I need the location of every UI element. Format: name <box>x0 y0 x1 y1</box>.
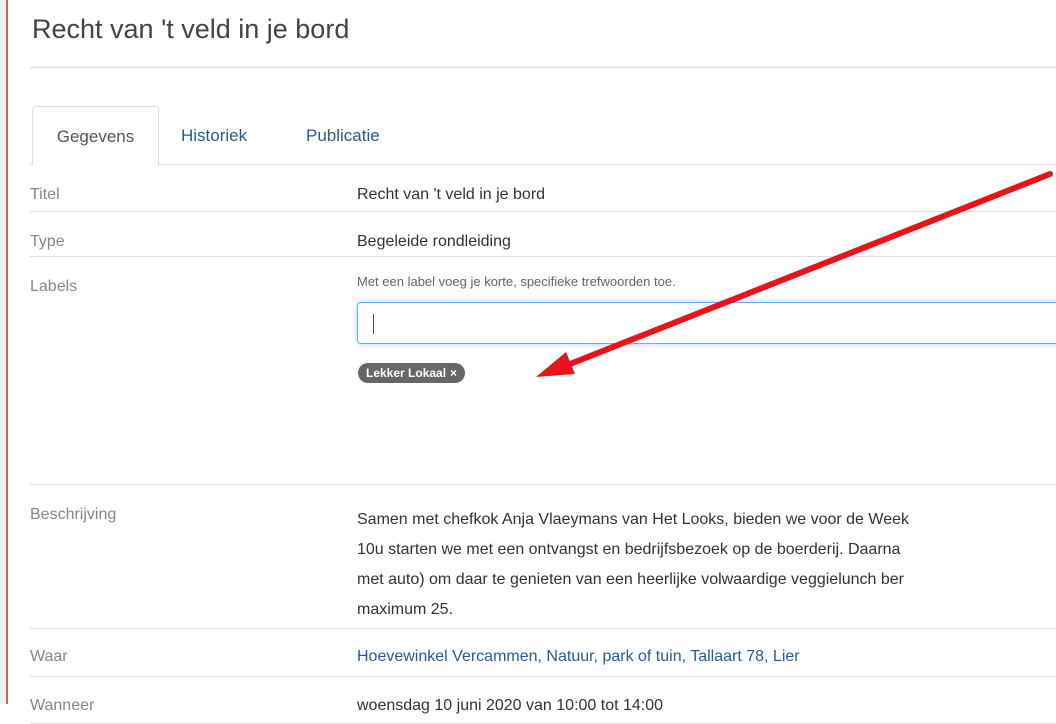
labels-help-text: Met een label voeg je korte, specifieke … <box>357 274 676 289</box>
left-border <box>0 0 8 704</box>
beschrijving-line: met auto) om daar te genieten van een he… <box>357 571 905 588</box>
label-tag-text: Lekker Lokaal <box>366 366 447 380</box>
waar-link[interactable]: Hoevewinkel Vercammen, Natuur, park of t… <box>357 648 800 665</box>
row-labels: Labels Met een label voeg je korte, spec… <box>30 257 1056 485</box>
type-label: Type <box>30 233 65 250</box>
titel-value: Recht van 't veld in je bord <box>357 186 546 203</box>
labels-label: Labels <box>30 278 78 295</box>
beschrijving-text: Samen met chefkok Anja Vlaeymans van Het… <box>357 505 909 625</box>
text-caret <box>373 314 374 334</box>
wanneer-value: woensdag 10 juni 2020 van 10:00 tot 14:0… <box>357 697 664 714</box>
title-divider <box>30 67 1056 68</box>
beschrijving-label: Beschrijving <box>30 506 117 523</box>
row-wanneer: Wanneer woensdag 10 juni 2020 van 10:00 … <box>30 677 1056 724</box>
page-title: Recht van 't veld in je bord <box>32 14 350 44</box>
row-titel: Titel Recht van 't veld in je bord <box>30 165 1056 212</box>
tab-gegevens[interactable]: Gegevens <box>32 106 159 166</box>
details-table: Titel Recht van 't veld in je bord Type … <box>30 165 1056 724</box>
beschrijving-line: maximum 25. <box>357 601 454 618</box>
label-tag: Lekker Lokaal × <box>358 363 466 383</box>
tab-bar: Gegevens Historiek Publicatie <box>30 106 1056 166</box>
beschrijving-line: Samen met chefkok Anja Vlaeymans van Het… <box>357 511 910 528</box>
tab-historiek[interactable]: Historiek <box>181 106 247 164</box>
titel-label: Titel <box>30 186 60 203</box>
wanneer-label: Wanneer <box>30 697 95 714</box>
beschrijving-line: 10u starten we met een ontvangst en bedr… <box>357 541 901 558</box>
waar-label: Waar <box>30 648 68 665</box>
tab-publicatie[interactable]: Publicatie <box>306 106 380 164</box>
row-beschrijving: Beschrijving Samen met chefkok Anja Vlae… <box>30 485 1056 629</box>
labels-input[interactable] <box>357 302 1056 344</box>
row-waar: Waar Hoevewinkel Vercammen, Natuur, park… <box>30 629 1056 677</box>
row-type: Type Begeleide rondleiding <box>30 212 1056 257</box>
tag-remove-icon[interactable]: × <box>450 366 457 380</box>
type-value: Begeleide rondleiding <box>357 233 511 250</box>
waar-value: Hoevewinkel Vercammen, Natuur, park of t… <box>357 648 800 666</box>
